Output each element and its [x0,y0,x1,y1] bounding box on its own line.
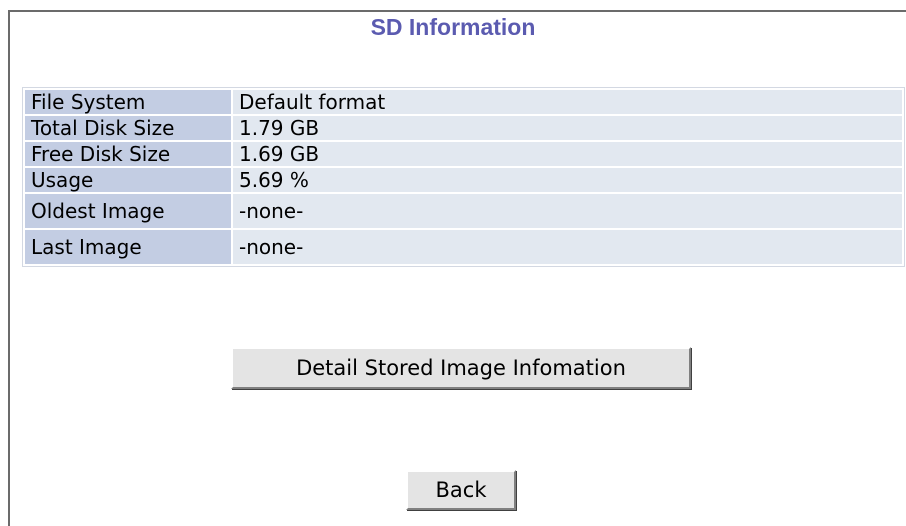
row-label-total-disk-size: Total Disk Size [25,116,231,140]
table-row: Total Disk Size 1.79 GB [25,116,902,140]
frame-border-top [8,10,906,12]
row-value-usage: 5.69 % [233,168,902,192]
detail-stored-image-button[interactable]: Detail Stored Image Infomation [231,347,691,389]
row-label-last-image: Last Image [25,230,231,264]
row-value-free-disk-size: 1.69 GB [233,142,902,166]
row-value-last-image: -none- [233,230,902,264]
row-value-file-system: Default format [233,90,902,114]
table-row: Usage 5.69 % [25,168,902,192]
table-row: File System Default format [25,90,902,114]
row-label-file-system: File System [25,90,231,114]
sd-info-table: File System Default format Total Disk Si… [22,87,905,267]
row-value-oldest-image: -none- [233,194,902,228]
table-row: Free Disk Size 1.69 GB [25,142,902,166]
back-button[interactable]: Back [406,470,516,510]
row-label-free-disk-size: Free Disk Size [25,142,231,166]
row-label-usage: Usage [25,168,231,192]
frame-border-left [8,10,10,526]
row-label-oldest-image: Oldest Image [25,194,231,228]
page-title: SD Information [370,14,536,40]
table-row: Last Image -none- [25,230,902,264]
table-row: Oldest Image -none- [25,194,902,228]
row-value-total-disk-size: 1.79 GB [233,116,902,140]
